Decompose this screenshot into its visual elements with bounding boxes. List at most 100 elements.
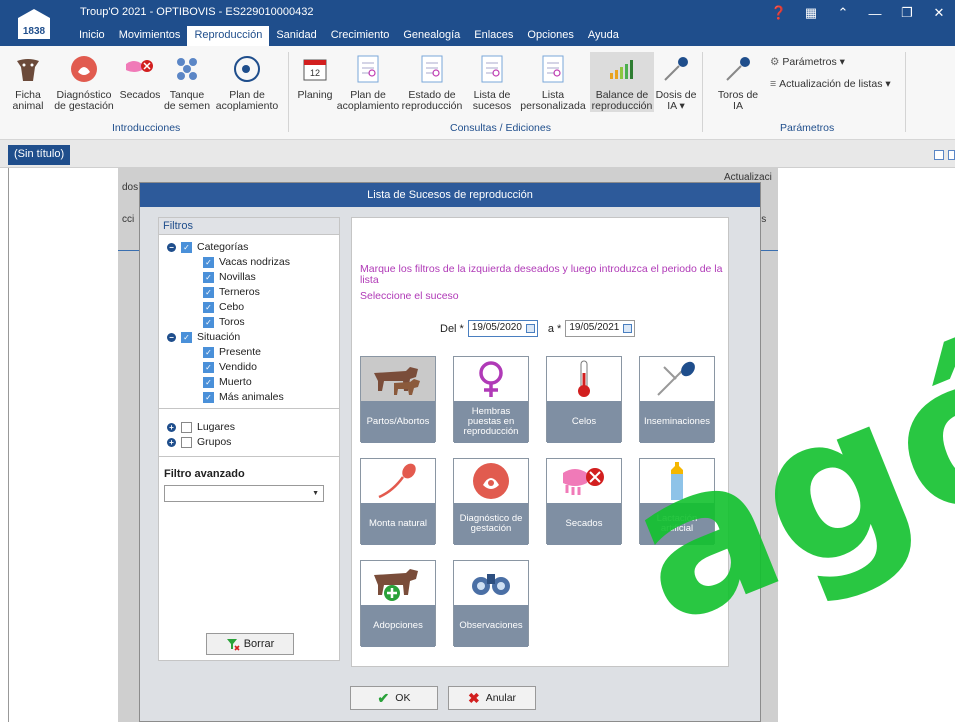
checkbox[interactable]: ✓: [203, 286, 214, 298]
ribbon-button-label: Balance de reproducción: [591, 89, 653, 112]
ribbon-button-3[interactable]: Tanque de semen: [162, 52, 212, 112]
ribbon-button-12[interactable]: Toros de IA: [716, 52, 760, 112]
tree-row-categorias[interactable]: − ✓ Categorías: [167, 240, 248, 254]
event-tile[interactable]: Hembras puestas en reproducción: [453, 356, 529, 443]
semen-tank-icon: [170, 52, 204, 86]
collapse-ribbon-icon[interactable]: ⌃: [827, 0, 859, 26]
event-tile[interactable]: Lactación artificial: [639, 458, 715, 545]
ribbon-button-2[interactable]: Secados: [118, 52, 162, 101]
group-label-parametros: Parámetros: [780, 122, 835, 134]
ribbon-button-0[interactable]: Ficha animal: [6, 52, 50, 112]
checkbox[interactable]: ✓: [203, 391, 214, 403]
parametros-button[interactable]: ⚙ Parámetros ▾: [770, 56, 845, 68]
event-tile[interactable]: Celos: [546, 356, 622, 443]
ok-button[interactable]: ✔ OK: [350, 686, 438, 710]
list-icon: ≡: [770, 78, 777, 90]
menu-item-4[interactable]: Crecimiento: [324, 26, 397, 46]
event-tile-label: Adopciones: [361, 605, 435, 647]
calendar-icon[interactable]: [623, 324, 633, 333]
date-to-input[interactable]: 19/05/2021: [565, 320, 636, 337]
event-tile[interactable]: Observaciones: [453, 560, 529, 647]
expand-icon[interactable]: +: [167, 437, 176, 447]
collapse-icon[interactable]: −: [167, 332, 176, 342]
event-tile[interactable]: Secados: [546, 458, 622, 545]
event-tile-label: Lactación artificial: [640, 503, 714, 545]
calculator-icon[interactable]: ▦: [795, 0, 827, 26]
ribbon-button-9[interactable]: Lista personalizada: [520, 52, 586, 112]
event-tile[interactable]: Partos/Abortos: [360, 356, 436, 443]
advanced-filter-select[interactable]: ▼: [164, 485, 324, 502]
cow-add-icon: [361, 561, 435, 605]
menu-item-8[interactable]: Ayuda: [581, 26, 626, 46]
menu-item-2[interactable]: Reproducción: [187, 26, 270, 46]
tree-row-situacion[interactable]: − ✓ Situación: [167, 330, 240, 344]
date-from-input[interactable]: 19/05/2020: [467, 320, 538, 337]
filter-item[interactable]: ✓ Terneros: [203, 285, 260, 299]
restore-icon[interactable]: ❐: [891, 0, 923, 26]
event-tile[interactable]: Diagnóstico de gestación: [453, 458, 529, 545]
menu-item-6[interactable]: Enlaces: [467, 26, 520, 46]
checkbox[interactable]: ✓: [203, 376, 214, 388]
event-tile-label: Hembras puestas en reproducción: [454, 401, 528, 443]
help-icon[interactable]: ❓: [763, 0, 795, 26]
ribbon-button-label: Toros de IA: [717, 89, 759, 112]
checkbox[interactable]: ✓: [203, 361, 214, 373]
tree-row-grupos[interactable]: + Grupos: [167, 435, 231, 449]
filter-item[interactable]: ✓ Cebo: [203, 300, 244, 314]
sperm-icon: [361, 459, 435, 503]
menu-item-0[interactable]: Inicio: [72, 26, 112, 46]
minimize-icon[interactable]: —: [859, 0, 891, 26]
event-tile[interactable]: Monta natural: [360, 458, 436, 545]
checkbox-grupos[interactable]: [181, 436, 192, 448]
calendar-icon[interactable]: [525, 324, 535, 333]
ribbon-button-10[interactable]: Balance de reproducción: [590, 52, 654, 112]
ribbon-button-4[interactable]: Plan de acoplamiento: [212, 52, 282, 112]
cancel-button[interactable]: ✖ Anular: [448, 686, 536, 710]
window-title: Troup'O 2021 - OPTIBOVIS - ES22901000043…: [80, 6, 314, 18]
filter-item[interactable]: ✓ Vendido: [203, 360, 257, 374]
ribbon-button-7[interactable]: Estado de reproducción: [400, 52, 464, 112]
tree-row-lugares[interactable]: + Lugares: [167, 420, 235, 434]
checkbox[interactable]: ✓: [203, 346, 214, 358]
checkbox[interactable]: ✓: [203, 256, 214, 268]
document-tab[interactable]: (Sin título): [8, 145, 71, 165]
filter-item[interactable]: ✓ Toros: [203, 315, 245, 329]
ribbon-button-11[interactable]: Dosis de IA ▾: [654, 52, 698, 112]
menu-item-7[interactable]: Opciones: [520, 26, 580, 46]
checkbox-categorias[interactable]: ✓: [181, 241, 192, 253]
ribbon-button-label: Plan de acoplamiento: [336, 89, 400, 112]
actualizacion-listas-button[interactable]: ≡ Actualización de listas ▾: [770, 78, 891, 90]
udder-icon: [123, 52, 157, 86]
menu-item-5[interactable]: Genealogía: [396, 26, 467, 46]
checkbox-lugares[interactable]: [181, 421, 192, 433]
collapse-icon[interactable]: −: [167, 242, 176, 252]
expand-icon[interactable]: +: [167, 422, 176, 432]
filter-item[interactable]: ✓ Muerto: [203, 375, 252, 389]
checkbox[interactable]: ✓: [203, 301, 214, 313]
filter-item[interactable]: ✓ Vacas nodrizas: [203, 255, 290, 269]
date-range: Del * 19/05/2020 a * 19/05/2021: [440, 320, 636, 337]
filter-item[interactable]: ✓ Presente: [203, 345, 261, 359]
filter-item[interactable]: ✓ Más animales: [203, 390, 284, 404]
event-tile[interactable]: Adopciones: [360, 560, 436, 647]
ribbon-button-1[interactable]: Diagnóstico de gestación: [52, 52, 116, 112]
event-tile-label: Inseminaciones: [640, 401, 714, 443]
ribbon-button-label: Lista personalizada: [520, 89, 586, 112]
filter-item[interactable]: ✓ Novillas: [203, 270, 256, 284]
menu-item-3[interactable]: Sanidad: [269, 26, 323, 46]
layout-icon[interactable]: [934, 150, 944, 160]
event-tile[interactable]: Inseminaciones: [639, 356, 715, 443]
checkbox[interactable]: ✓: [203, 316, 214, 328]
menu-item-1[interactable]: Movimientos: [112, 26, 188, 46]
checkbox-situacion[interactable]: ✓: [181, 331, 192, 343]
ai-dose-icon: [659, 52, 693, 86]
ribbon-button-5[interactable]: 12 Planing: [296, 52, 334, 101]
ribbon-button-6[interactable]: Plan de acoplamiento: [336, 52, 400, 112]
close-icon[interactable]: ✕: [923, 0, 955, 26]
clear-filters-button[interactable]: Borrar: [206, 633, 294, 655]
group-label-consultas: Consultas / Ediciones: [450, 122, 551, 134]
ribbon-button-8[interactable]: Lista de sucesos: [470, 52, 514, 112]
funnel-clear-icon: [226, 638, 240, 651]
layout-icon-2[interactable]: [948, 150, 955, 160]
checkbox[interactable]: ✓: [203, 271, 214, 283]
